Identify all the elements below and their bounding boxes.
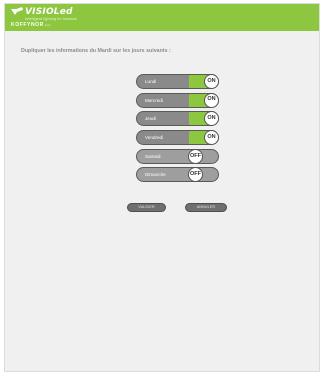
day-label: Vendredi bbox=[145, 135, 164, 141]
day-label: Jeudi bbox=[145, 116, 156, 122]
toggle-knob[interactable]: ON bbox=[204, 74, 219, 89]
toggle-lundi[interactable]: Lundi ON bbox=[136, 74, 219, 89]
app-frame: VISIOLed Intelligent lighting for humans… bbox=[4, 3, 320, 372]
brand-name: KOFFYNOR.com bbox=[11, 22, 50, 28]
day-label: Lundi bbox=[145, 79, 157, 84]
action-bar: VALIDER ANNULER bbox=[5, 203, 319, 212]
day-label: Samedi bbox=[145, 153, 161, 159]
toggle-samedi[interactable]: Samedi OFF bbox=[136, 148, 219, 164]
toggle-knob[interactable]: ON bbox=[204, 130, 219, 146]
cancel-button[interactable]: ANNULER bbox=[185, 203, 227, 212]
logo-text: VISIOLed bbox=[25, 7, 73, 17]
toggle-dimanche[interactable]: Dimanche OFF bbox=[136, 167, 219, 183]
toggle-vendredi[interactable]: Vendredi ON bbox=[136, 130, 219, 146]
logo: VISIOLed bbox=[11, 7, 73, 17]
page-instruction: Dupliquer les informations du Mardi sur … bbox=[21, 48, 171, 54]
toggle-knob[interactable]: ON bbox=[204, 111, 219, 127]
toggle-knob[interactable]: ON bbox=[204, 92, 219, 108]
toggle-knob[interactable]: OFF bbox=[188, 148, 203, 164]
day-label: Dimanche bbox=[145, 172, 166, 178]
toggle-mercredi[interactable]: Mercredi ON bbox=[136, 92, 219, 108]
logo-tagline: Intelligent lighting for humans bbox=[25, 17, 77, 21]
brand-name-text: KOFFYNOR bbox=[11, 22, 44, 28]
logo-mark-icon bbox=[11, 8, 23, 16]
day-label: Mercredi bbox=[145, 97, 163, 103]
toggle-knob[interactable]: OFF bbox=[188, 167, 203, 183]
day-toggle-list: Lundi ON Mercredi ON Jeudi ON Vendredi O… bbox=[136, 74, 219, 186]
toggle-jeudi[interactable]: Jeudi ON bbox=[136, 111, 219, 127]
app-header: VISIOLed Intelligent lighting for humans… bbox=[5, 4, 319, 31]
validate-button[interactable]: VALIDER bbox=[127, 203, 166, 212]
brand-suffix: .com bbox=[43, 23, 51, 27]
